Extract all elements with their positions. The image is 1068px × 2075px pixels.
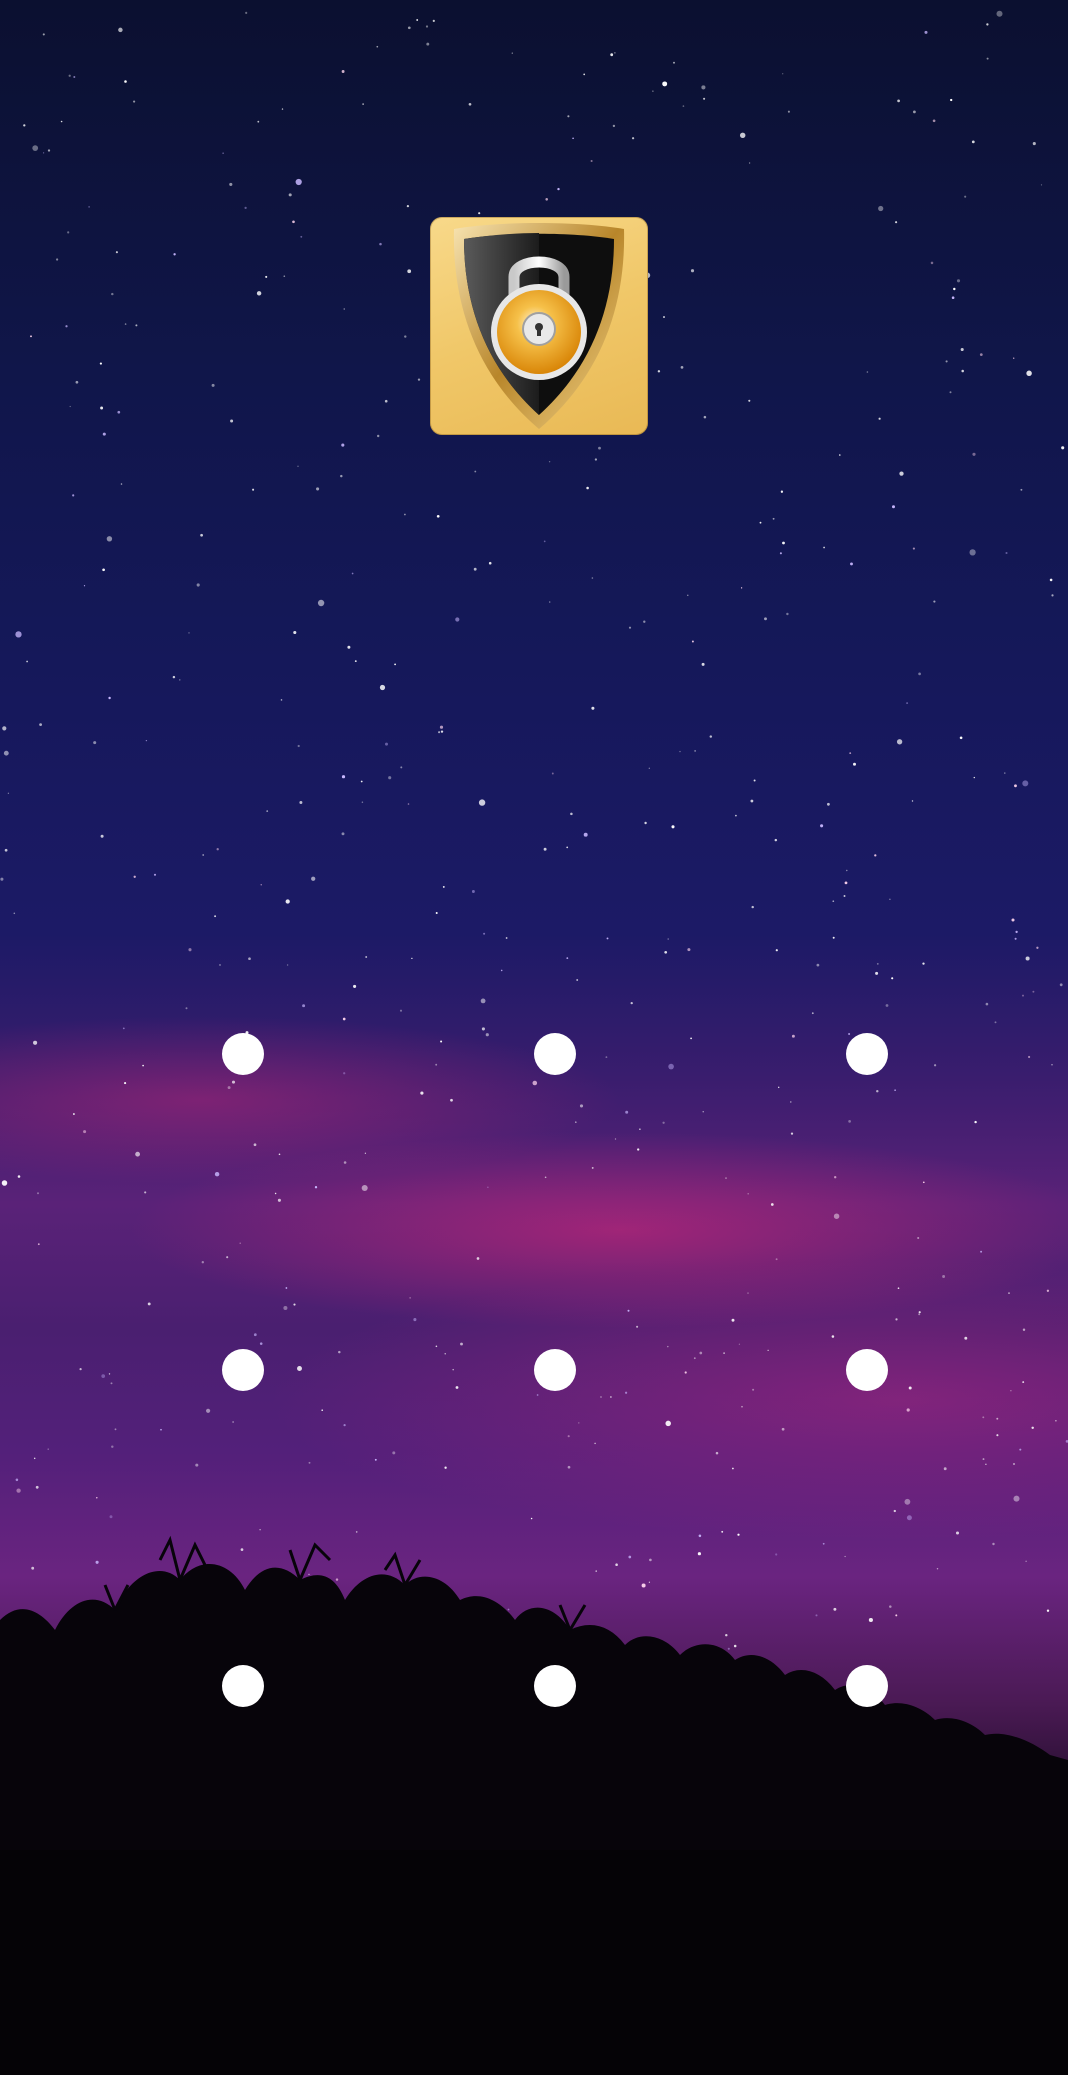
pattern-dot-3[interactable] <box>846 1033 888 1075</box>
pattern-dot-1[interactable] <box>222 1033 264 1075</box>
pattern-dot-8[interactable] <box>534 1665 576 1707</box>
pattern-dot-4[interactable] <box>222 1349 264 1391</box>
pattern-dot-7[interactable] <box>222 1665 264 1707</box>
pattern-dot-5[interactable] <box>534 1349 576 1391</box>
pattern-dot-2[interactable] <box>534 1033 576 1075</box>
pattern-dot-6[interactable] <box>846 1349 888 1391</box>
pattern-lock-grid <box>0 0 1068 2075</box>
pattern-dot-9[interactable] <box>846 1665 888 1707</box>
lock-screen <box>0 0 1068 2075</box>
